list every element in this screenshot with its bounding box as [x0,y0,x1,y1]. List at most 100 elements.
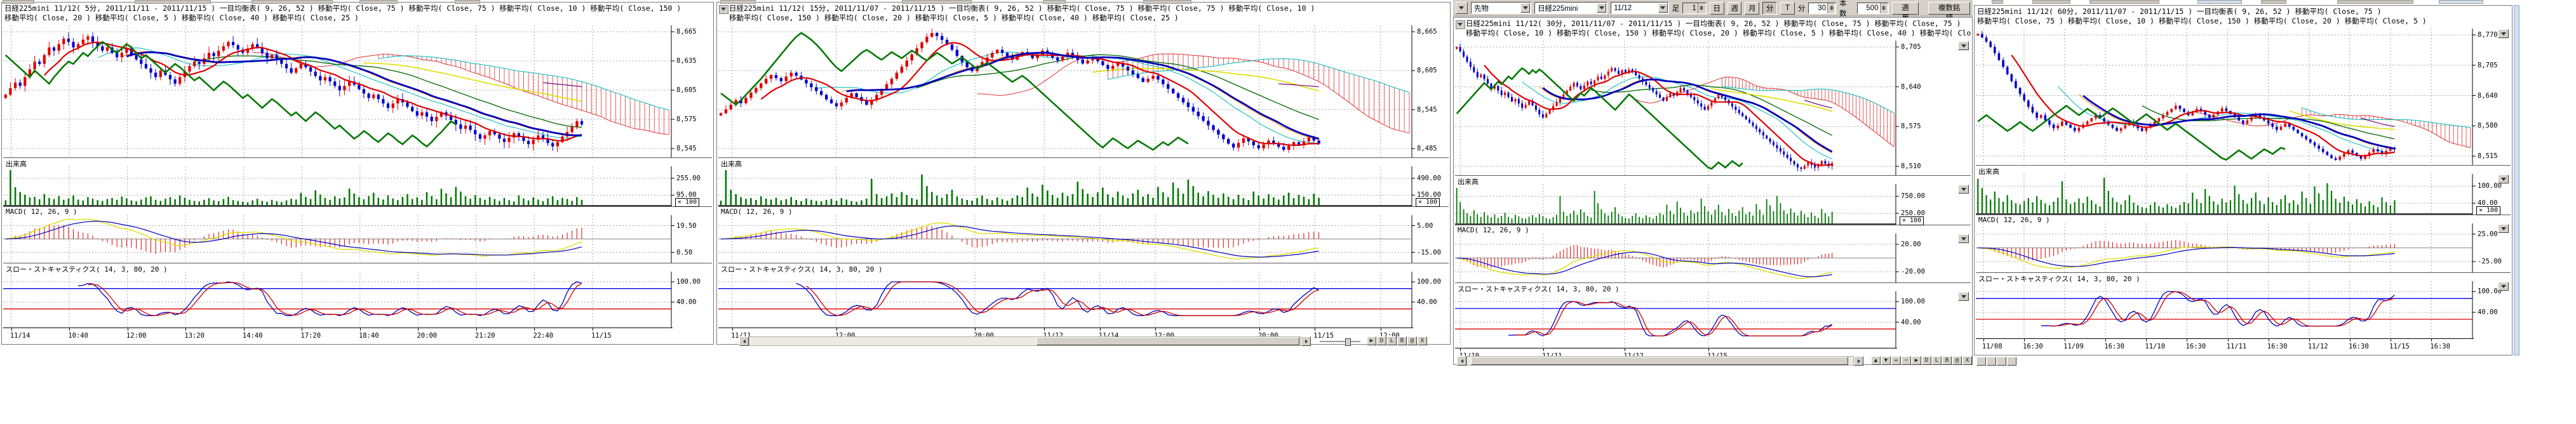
price-plot[interactable] [1976,29,2511,165]
combo-dropdown-button[interactable] [1520,3,1530,13]
window-system-icon[interactable] [1456,20,1465,29]
time-axis-label: 20:00 [417,332,437,340]
time-axis-tick [975,328,976,331]
tool-button[interactable]: ↔ [1891,356,1901,365]
price-axis-label: 8,770 [2478,31,2498,39]
tool-button[interactable]: ▶ [1367,336,1376,345]
symbol-select[interactable]: 日経225mini [1534,2,1607,14]
scrollbar-thumb[interactable] [1471,357,1848,365]
volume-plot[interactable] [1976,174,2511,215]
section-menu-dropdown[interactable] [2498,224,2509,233]
time-axis-tick [2105,338,2106,341]
price-plot[interactable] [3,25,712,157]
chart-header: 日経225mini 11/12( 15分, 2011/11/07 - 2011/… [729,4,1449,23]
vertical-scrollbar[interactable] [2514,5,2519,355]
scrollbar-thumb[interactable] [1036,337,1299,345]
window-caption-fragment [3,0,34,4]
stoch-plot[interactable] [1455,291,1971,348]
tool-button[interactable]: L [1387,336,1397,345]
stoch-axis-label: 100.00 [1901,298,1925,305]
contract-month-select[interactable]: 11/12 [1611,2,1668,14]
time-axis-label: 14:40 [243,332,263,340]
time-axis-label: 11/15 [591,332,612,340]
time-axis-tick [1100,328,1101,331]
multi-symbol-button[interactable]: 複数銘柄 [1928,2,1970,15]
tool-button[interactable]: ▼ [1881,356,1891,365]
combo-dropdown-button[interactable] [1658,3,1668,13]
tool-button[interactable] [1976,357,1986,366]
tool-button[interactable]: @ [1407,336,1417,345]
volume-plot[interactable] [3,166,712,206]
tool-button[interactable]: X [1418,336,1427,345]
scroll-left-button[interactable] [1457,356,1466,366]
spinner-arrows-icon[interactable] [1827,3,1835,13]
section-menu-dropdown[interactable] [2498,175,2509,183]
toolbar-dropdown-button[interactable] [1456,2,1468,14]
tool-button[interactable]: D [1377,336,1386,345]
price-axis-label: 8,640 [2478,92,2498,100]
tool-button[interactable]: B [1942,356,1952,365]
instrument-type-select[interactable]: 先物 [1471,2,1531,14]
time-axis-label: 11/12 [2308,343,2328,350]
price-plot[interactable] [1455,41,1971,175]
apply-button[interactable]: 適用 [1892,2,1919,15]
price-axis-label: 8,510 [1901,162,1921,170]
bar-unit-minute-button[interactable]: 分 [1762,2,1777,15]
section-menu-dropdown[interactable] [1958,185,1969,194]
tool-button[interactable]: B [1397,336,1407,345]
stoch-plot[interactable] [1976,281,2511,338]
stoch-axis-label: 100.00 [1417,278,1441,286]
tool-button[interactable] [1997,357,2006,366]
horizontal-scrollbar[interactable] [749,336,1301,346]
time-axis-tick [1543,348,1544,351]
price-axis-label: 8,605 [676,86,697,94]
zoom-slider-handle[interactable] [1345,338,1351,346]
macd-plot[interactable] [1455,234,1971,282]
window-system-icon[interactable] [719,5,728,14]
section-menu-dropdown[interactable] [2498,29,2509,38]
tool-button[interactable]: − [1902,356,1911,365]
chevron-down-icon [1961,188,1966,191]
tool-button[interactable]: X [1962,356,1972,365]
bar-unit-week-button[interactable]: 週 [1727,2,1742,15]
section-menu-dropdown[interactable] [1958,234,1969,243]
minutes-spinner[interactable]: 30 [1808,3,1836,14]
macd-plot[interactable] [718,215,1449,263]
chart-window: 日経225mini 11/12( 15分, 2011/11/07 - 2011/… [716,2,1451,345]
tool-button[interactable]: ▶ [1912,356,1921,365]
horizontal-scrollbar[interactable] [1466,356,1854,366]
tool-button[interactable] [1987,357,1996,366]
tool-button[interactable]: ▲ [1871,356,1881,365]
bar-unit-day-button[interactable]: 日 [1710,2,1724,15]
tool-button[interactable]: L [1932,356,1942,365]
macd-plot[interactable] [1976,223,2511,272]
combo-dropdown-button[interactable] [1597,3,1606,13]
stoch-plot[interactable] [3,272,712,328]
zoom-slider[interactable] [1320,341,1360,342]
section-menu-dropdown[interactable] [2498,282,2509,291]
macd-section-label: MACD( 12, 26, 9 ) [1455,225,1971,234]
macd-plot[interactable] [3,215,712,263]
tool-button[interactable]: @ [1952,356,1962,365]
spinner-arrows-icon[interactable] [1698,3,1705,13]
bar-interval-spinner[interactable]: 1 [1682,3,1707,14]
window-caption-fragment [720,0,756,4]
price-plot[interactable] [718,25,1449,157]
spinner-arrows-icon[interactable] [1880,3,1888,13]
scroll-right-button[interactable] [1301,336,1311,346]
volume-plot[interactable] [1455,184,1971,225]
bar-count-spinner[interactable]: 500 [1857,3,1889,14]
volume-plot[interactable] [718,166,1449,206]
section-menu-dropdown[interactable] [1958,292,1969,301]
bar-unit-month-button[interactable]: 月 [1745,2,1759,15]
scroll-left-button[interactable] [739,336,749,346]
scroll-right-button[interactable] [1854,356,1863,366]
bar-unit-tick-button[interactable]: T [1780,2,1795,15]
bars-label: 本数 [1839,0,1854,18]
time-axis-label: 10:40 [68,332,88,340]
tool-button[interactable]: D [1922,356,1931,365]
stoch-plot[interactable] [718,272,1449,328]
arrow-right-icon [1858,359,1860,363]
tool-button[interactable] [2007,357,2016,366]
section-menu-dropdown[interactable] [1958,41,1969,50]
